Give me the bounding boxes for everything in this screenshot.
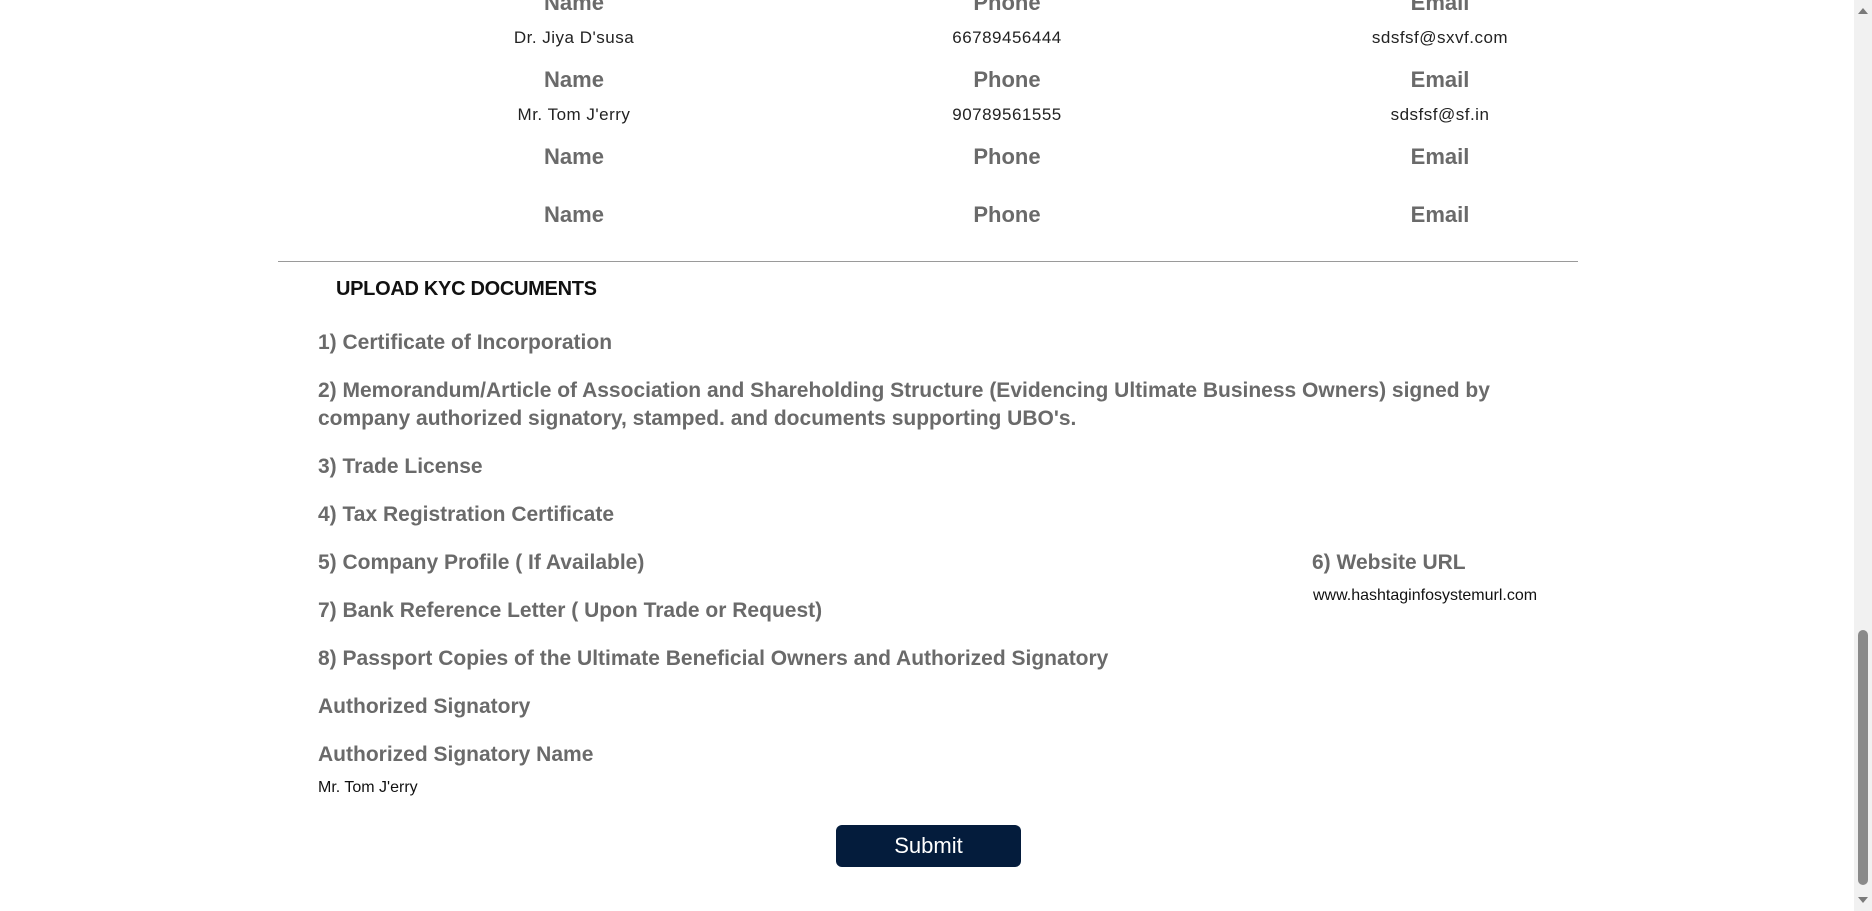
doc-memorandum-label: 2) Memorandum/Article of Association and… xyxy=(318,377,1518,433)
contact-email-value: sdsfsf@sf.in xyxy=(1390,105,1490,124)
phone-header: Phone xyxy=(973,0,1041,15)
authorized-signatory-label: Authorized Signatory xyxy=(318,695,531,718)
contact-email-value: sdsfsf@sxvf.com xyxy=(1371,28,1509,47)
doc-passport-copies: 8) Passport Copies of the Ultimate Benef… xyxy=(318,647,1109,670)
scroll-down-arrow-icon[interactable] xyxy=(1858,897,1868,903)
authorized-signatory-name-label: Authorized Signatory Name xyxy=(318,743,594,766)
contact-name-value: Mr. Tom J'erry xyxy=(517,105,631,124)
name-header: Name xyxy=(544,67,604,92)
doc-website-url: 6) Website URL xyxy=(1312,551,1466,574)
contact-row: Name Phone Email xyxy=(280,202,1580,260)
email-header: Email xyxy=(1410,0,1470,15)
name-header: Name xyxy=(544,202,604,227)
website-url-value: www.hashtaginfosystemurl.com xyxy=(1313,587,1538,604)
email-header: Email xyxy=(1410,67,1470,92)
doc-memorandum-line1: 2) Memorandum/Article of Association and… xyxy=(318,379,1490,402)
contact-phone-value: 90789561555 xyxy=(952,105,1062,124)
name-header: Name xyxy=(544,0,604,15)
phone-header: Phone xyxy=(973,67,1041,92)
page-scrollbar[interactable] xyxy=(1854,0,1872,911)
email-header: Email xyxy=(1410,202,1470,227)
phone-header: Phone xyxy=(973,144,1041,169)
scroll-up-arrow-icon[interactable] xyxy=(1858,8,1868,14)
doc-bank-reference-letter: 7) Bank Reference Letter ( Upon Trade or… xyxy=(318,599,823,622)
contact-row: Name Dr. Jiya D'susa Phone 66789456444 E… xyxy=(280,0,1580,67)
contact-name-value: Dr. Jiya D'susa xyxy=(513,28,635,47)
contact-row: Name Phone Email xyxy=(280,144,1580,202)
doc-tax-registration: 4) Tax Registration Certificate xyxy=(318,503,615,526)
doc-trade-license: 3) Trade License xyxy=(318,455,483,478)
name-header: Name xyxy=(544,144,604,169)
scrollbar-thumb[interactable] xyxy=(1858,630,1868,885)
doc-certificate-of-incorporation: 1) Certificate of Incorporation xyxy=(318,331,613,354)
kyc-form-page: Name Dr. Jiya D'susa Phone 66789456444 E… xyxy=(0,0,1854,911)
contact-phone-value: 66789456444 xyxy=(952,28,1062,47)
authorized-signatory-name-value: Mr. Tom J'erry xyxy=(318,779,418,796)
section-divider xyxy=(278,261,1578,262)
doc-company-profile: 5) Company Profile ( If Available) xyxy=(318,551,645,574)
phone-header: Phone xyxy=(973,202,1041,227)
contact-row: Name Mr. Tom J'erry Phone 90789561555 Em… xyxy=(280,67,1580,144)
kyc-section-title: UPLOAD KYC DOCUMENTS xyxy=(336,278,597,300)
email-header: Email xyxy=(1410,144,1470,169)
submit-button[interactable]: Submit xyxy=(836,825,1021,867)
contact-persons-list: Name Dr. Jiya D'susa Phone 66789456444 E… xyxy=(280,0,1580,260)
doc-memorandum-line2: company authorized signatory, stamped. a… xyxy=(318,407,1077,430)
